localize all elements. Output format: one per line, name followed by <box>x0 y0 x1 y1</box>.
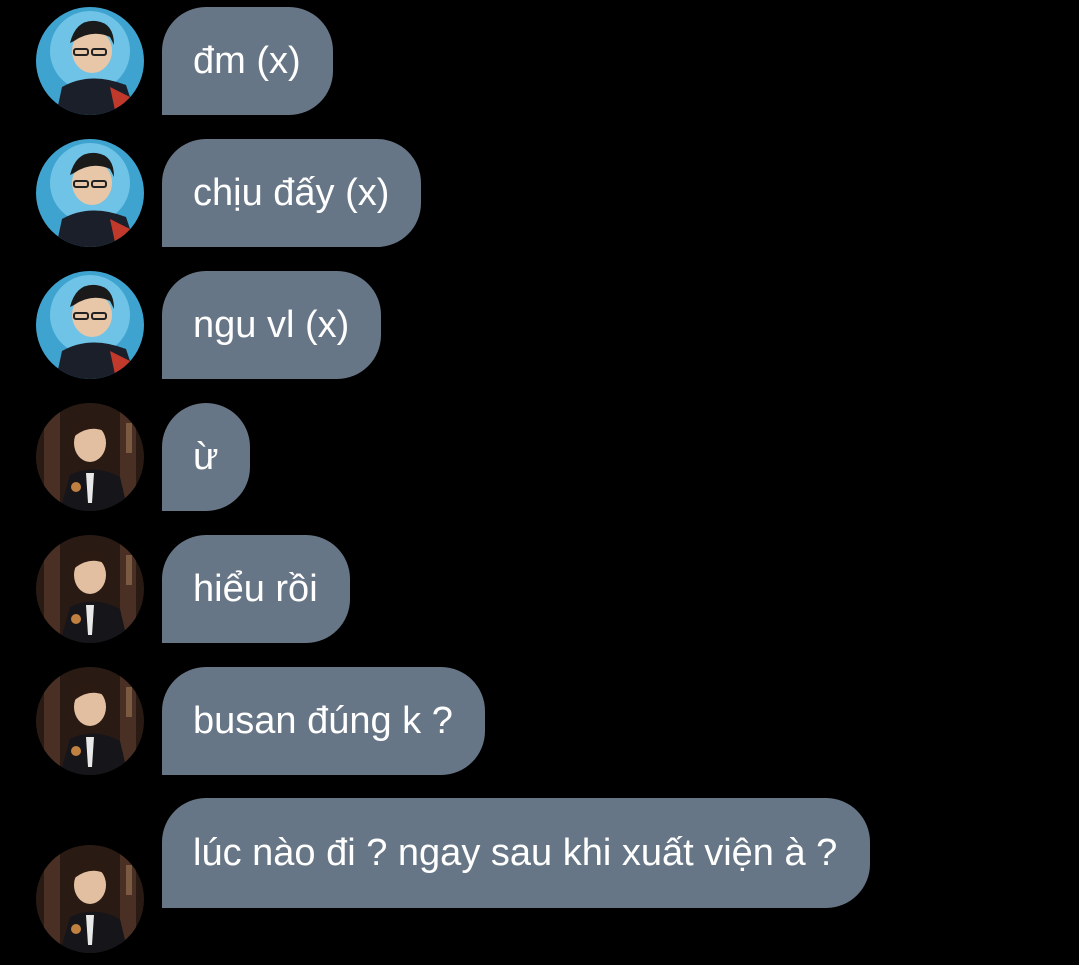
avatar-dark-icon <box>36 667 144 775</box>
message-bubble[interactable]: chịu đấy (x) <box>162 139 422 247</box>
message-bubble[interactable]: đm (x) <box>162 7 333 115</box>
avatar-blue-icon <box>36 271 144 379</box>
message-text: ngu vl (x) <box>193 304 350 346</box>
avatar[interactable] <box>36 535 144 643</box>
avatar-dark-icon <box>36 403 144 511</box>
message-bubble[interactable]: hiểu rồi <box>162 535 350 643</box>
avatar[interactable] <box>36 271 144 379</box>
avatar-dark-icon <box>36 535 144 643</box>
avatar-dark-icon <box>36 845 144 953</box>
message-text: ừ <box>193 436 219 478</box>
message-bubble[interactable]: busan đúng k ? <box>162 667 485 775</box>
message-text: đm (x) <box>193 40 301 82</box>
message-text: chịu đấy (x) <box>193 172 390 214</box>
avatar[interactable] <box>36 845 144 953</box>
avatar-blue-icon <box>36 7 144 115</box>
message-bubble[interactable]: lúc nào đi ? ngay sau khi xuất viện à ? <box>162 798 870 908</box>
avatar[interactable] <box>36 403 144 511</box>
message-text: lúc nào đi ? ngay sau khi xuất viện à ? <box>193 832 838 874</box>
avatar[interactable] <box>36 139 144 247</box>
message-text: hiểu rồi <box>193 568 318 610</box>
avatar[interactable] <box>36 667 144 775</box>
avatar-blue-icon <box>36 139 144 247</box>
avatar[interactable] <box>36 7 144 115</box>
message-bubble[interactable]: ngu vl (x) <box>162 271 382 379</box>
message-text: busan đúng k ? <box>193 700 453 742</box>
chat-thread: đm (x) chịu đấy (x) ngu vl (x) ừ hiểu rồ… <box>0 0 1079 965</box>
message-bubble[interactable]: ừ <box>162 403 251 511</box>
